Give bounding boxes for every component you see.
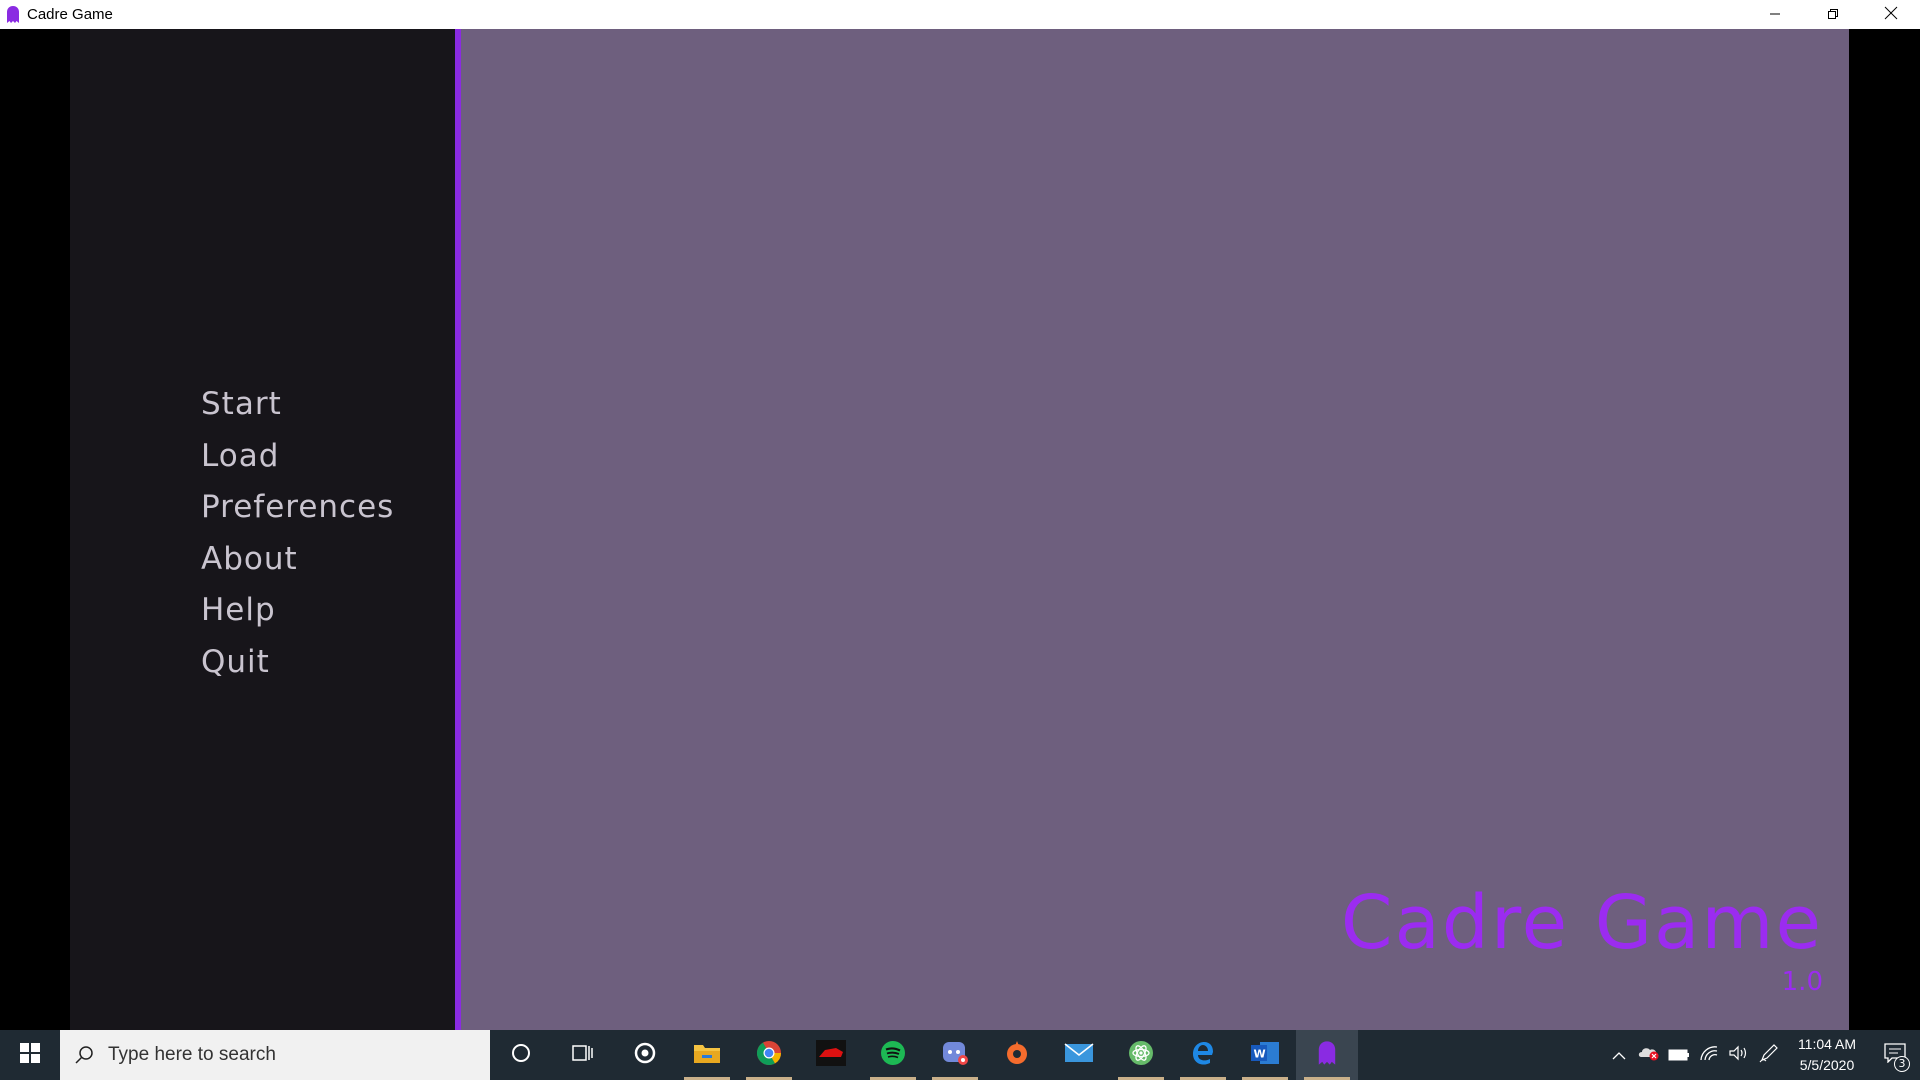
pen-tray-button[interactable] [1754, 1030, 1784, 1080]
game-viewport: Start Load Preferences About Help Quit C… [0, 29, 1920, 1030]
cadre-game-icon [1317, 1040, 1337, 1070]
ghost-icon [6, 5, 20, 25]
taskbar-app-mail[interactable] [1048, 1030, 1110, 1080]
taskbar-app-discord[interactable] [924, 1030, 986, 1080]
battery-icon [1668, 1046, 1690, 1065]
window-title: Cadre Game [27, 6, 113, 23]
window-titlebar: Cadre Game [0, 0, 1920, 29]
taskbar-app-cadre-game[interactable] [1296, 1030, 1358, 1080]
spotify-icon [880, 1040, 906, 1070]
chrome-icon [756, 1040, 782, 1070]
file-explorer-icon [693, 1041, 721, 1069]
mail-icon [1064, 1042, 1094, 1068]
main-menu: Start Load Preferences About Help Quit [201, 379, 394, 688]
menu-item-load[interactable]: Load [201, 431, 394, 483]
task-view-icon [572, 1043, 594, 1067]
taskbar-app-word[interactable]: W [1234, 1030, 1296, 1080]
start-button[interactable] [0, 1030, 60, 1080]
cortana-icon [510, 1042, 532, 1068]
windows-logo-icon [20, 1043, 40, 1067]
menu-item-about[interactable]: About [201, 534, 394, 586]
discord-icon [941, 1040, 969, 1070]
game-version: 1.0 [1781, 967, 1823, 997]
taskbar-app-chrome[interactable] [738, 1030, 800, 1080]
search-input[interactable] [108, 1044, 468, 1066]
window-controls [1746, 0, 1920, 29]
onedrive-tray-button[interactable] [1634, 1030, 1664, 1080]
minimize-icon [1769, 5, 1781, 24]
word-icon: W [1250, 1040, 1280, 1070]
search-icon [74, 1044, 96, 1066]
action-center-button[interactable]: 3 [1870, 1030, 1920, 1080]
svg-text:W: W [1254, 1048, 1266, 1061]
taskbar-app-spotify[interactable] [862, 1030, 924, 1080]
taskbar-app-atom[interactable] [1110, 1030, 1172, 1080]
menu-item-preferences[interactable]: Preferences [201, 482, 394, 534]
show-hidden-icons[interactable] [1604, 1030, 1634, 1080]
origin-icon [1004, 1040, 1030, 1070]
atom-icon [1128, 1040, 1154, 1070]
battery-tray-button[interactable] [1664, 1030, 1694, 1080]
restore-icon [1827, 5, 1839, 24]
taskbar-app-edge[interactable] [1172, 1030, 1234, 1080]
network-tray-button[interactable] [1694, 1030, 1724, 1080]
taskbar-clock[interactable]: 11:04 AM 5/5/2020 [1784, 1034, 1870, 1076]
taskbar-app-racing-game[interactable] [800, 1030, 862, 1080]
close-button[interactable] [1862, 0, 1920, 29]
onedrive-error-icon [1638, 1045, 1660, 1065]
edge-icon [1190, 1040, 1216, 1070]
close-icon [1884, 5, 1898, 24]
wifi-icon [1699, 1045, 1719, 1065]
taskbar-app-file-explorer[interactable] [676, 1030, 738, 1080]
menu-item-start[interactable]: Start [201, 379, 394, 431]
taskbar: W 11:04 AM 5/5/2020 3 [0, 1030, 1920, 1080]
taskbar-app-steelseries[interactable] [614, 1030, 676, 1080]
volume-tray-button[interactable] [1724, 1030, 1754, 1080]
racing-game-icon [816, 1040, 846, 1070]
menu-item-help[interactable]: Help [201, 585, 394, 637]
notification-count-badge: 3 [1894, 1056, 1910, 1072]
minimize-button[interactable] [1746, 0, 1804, 29]
game-title: Cadre Game [1340, 880, 1823, 966]
taskbar-app-origin[interactable] [986, 1030, 1048, 1080]
main-menu-panel: Start Load Preferences About Help Quit [70, 29, 455, 1030]
clock-time: 11:04 AM [1797, 1036, 1857, 1052]
chevron-up-icon [1612, 1046, 1626, 1065]
system-tray: 11:04 AM 5/5/2020 3 [1604, 1030, 1920, 1080]
steelseries-icon [632, 1040, 658, 1070]
clock-date: 5/5/2020 [1799, 1057, 1855, 1073]
task-view-button[interactable] [552, 1030, 614, 1080]
taskbar-search[interactable] [60, 1030, 490, 1080]
main-background: Cadre Game 1.0 [461, 29, 1849, 1030]
restore-button[interactable] [1804, 0, 1862, 29]
volume-icon [1729, 1045, 1749, 1065]
menu-item-quit[interactable]: Quit [201, 637, 394, 689]
pen-icon [1759, 1043, 1779, 1067]
cortana-button[interactable] [490, 1030, 552, 1080]
